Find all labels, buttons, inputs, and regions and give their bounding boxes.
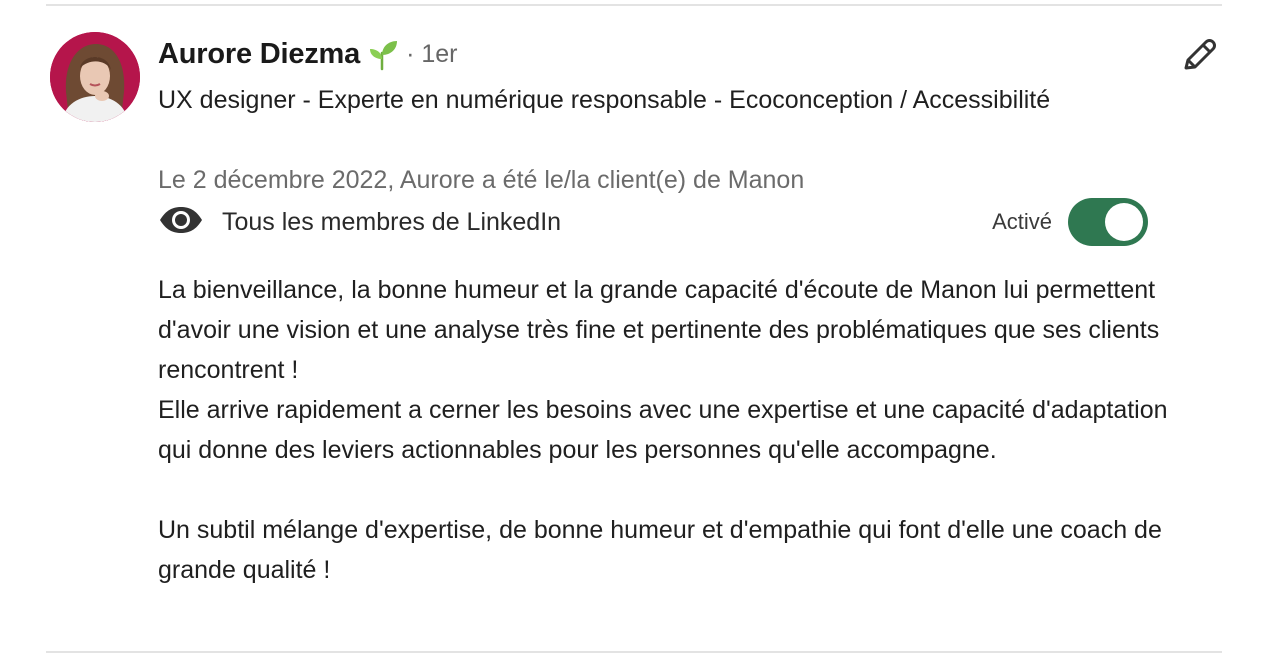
visibility-setting: Tous les membres de LinkedIn — [158, 202, 561, 242]
connection-degree: · 1er — [406, 39, 458, 68]
author-header: Aurore Diezma · 1er — [158, 34, 457, 74]
display-toggle[interactable] — [1068, 198, 1148, 246]
recommendation-paragraph: Elle arrive rapidement a cerner les beso… — [158, 396, 1168, 464]
recommendation-text: La bienveillance, la bonne humeur et la … — [158, 270, 1168, 590]
visibility-label: Tous les membres de LinkedIn — [222, 207, 562, 236]
recommendation-closing: Un subtil mélange d'expertise, de bonne … — [158, 516, 1162, 584]
recommendation-paragraph: La bienveillance, la bonne humeur et la … — [158, 276, 1160, 384]
sprout-icon — [366, 37, 400, 71]
avatar-photo — [50, 32, 140, 122]
toggle-knob — [1105, 203, 1143, 241]
eye-icon — [158, 205, 222, 240]
bottom-divider — [46, 651, 1222, 653]
author-name[interactable]: Aurore Diezma — [158, 38, 360, 71]
toggle-label: Activé — [992, 209, 1052, 234]
author-headline: UX designer - Experte en numérique respo… — [158, 86, 1051, 114]
edit-button[interactable] — [1176, 32, 1222, 78]
pencil-icon — [1184, 39, 1216, 70]
top-divider — [46, 4, 1222, 6]
display-toggle-wrapper: Activé — [992, 198, 1148, 246]
recommendation-meta: Le 2 décembre 2022, Aurore a été le/la c… — [158, 166, 805, 194]
author-avatar[interactable] — [50, 32, 140, 122]
author-name-row: Aurore Diezma · 1er — [158, 34, 457, 74]
